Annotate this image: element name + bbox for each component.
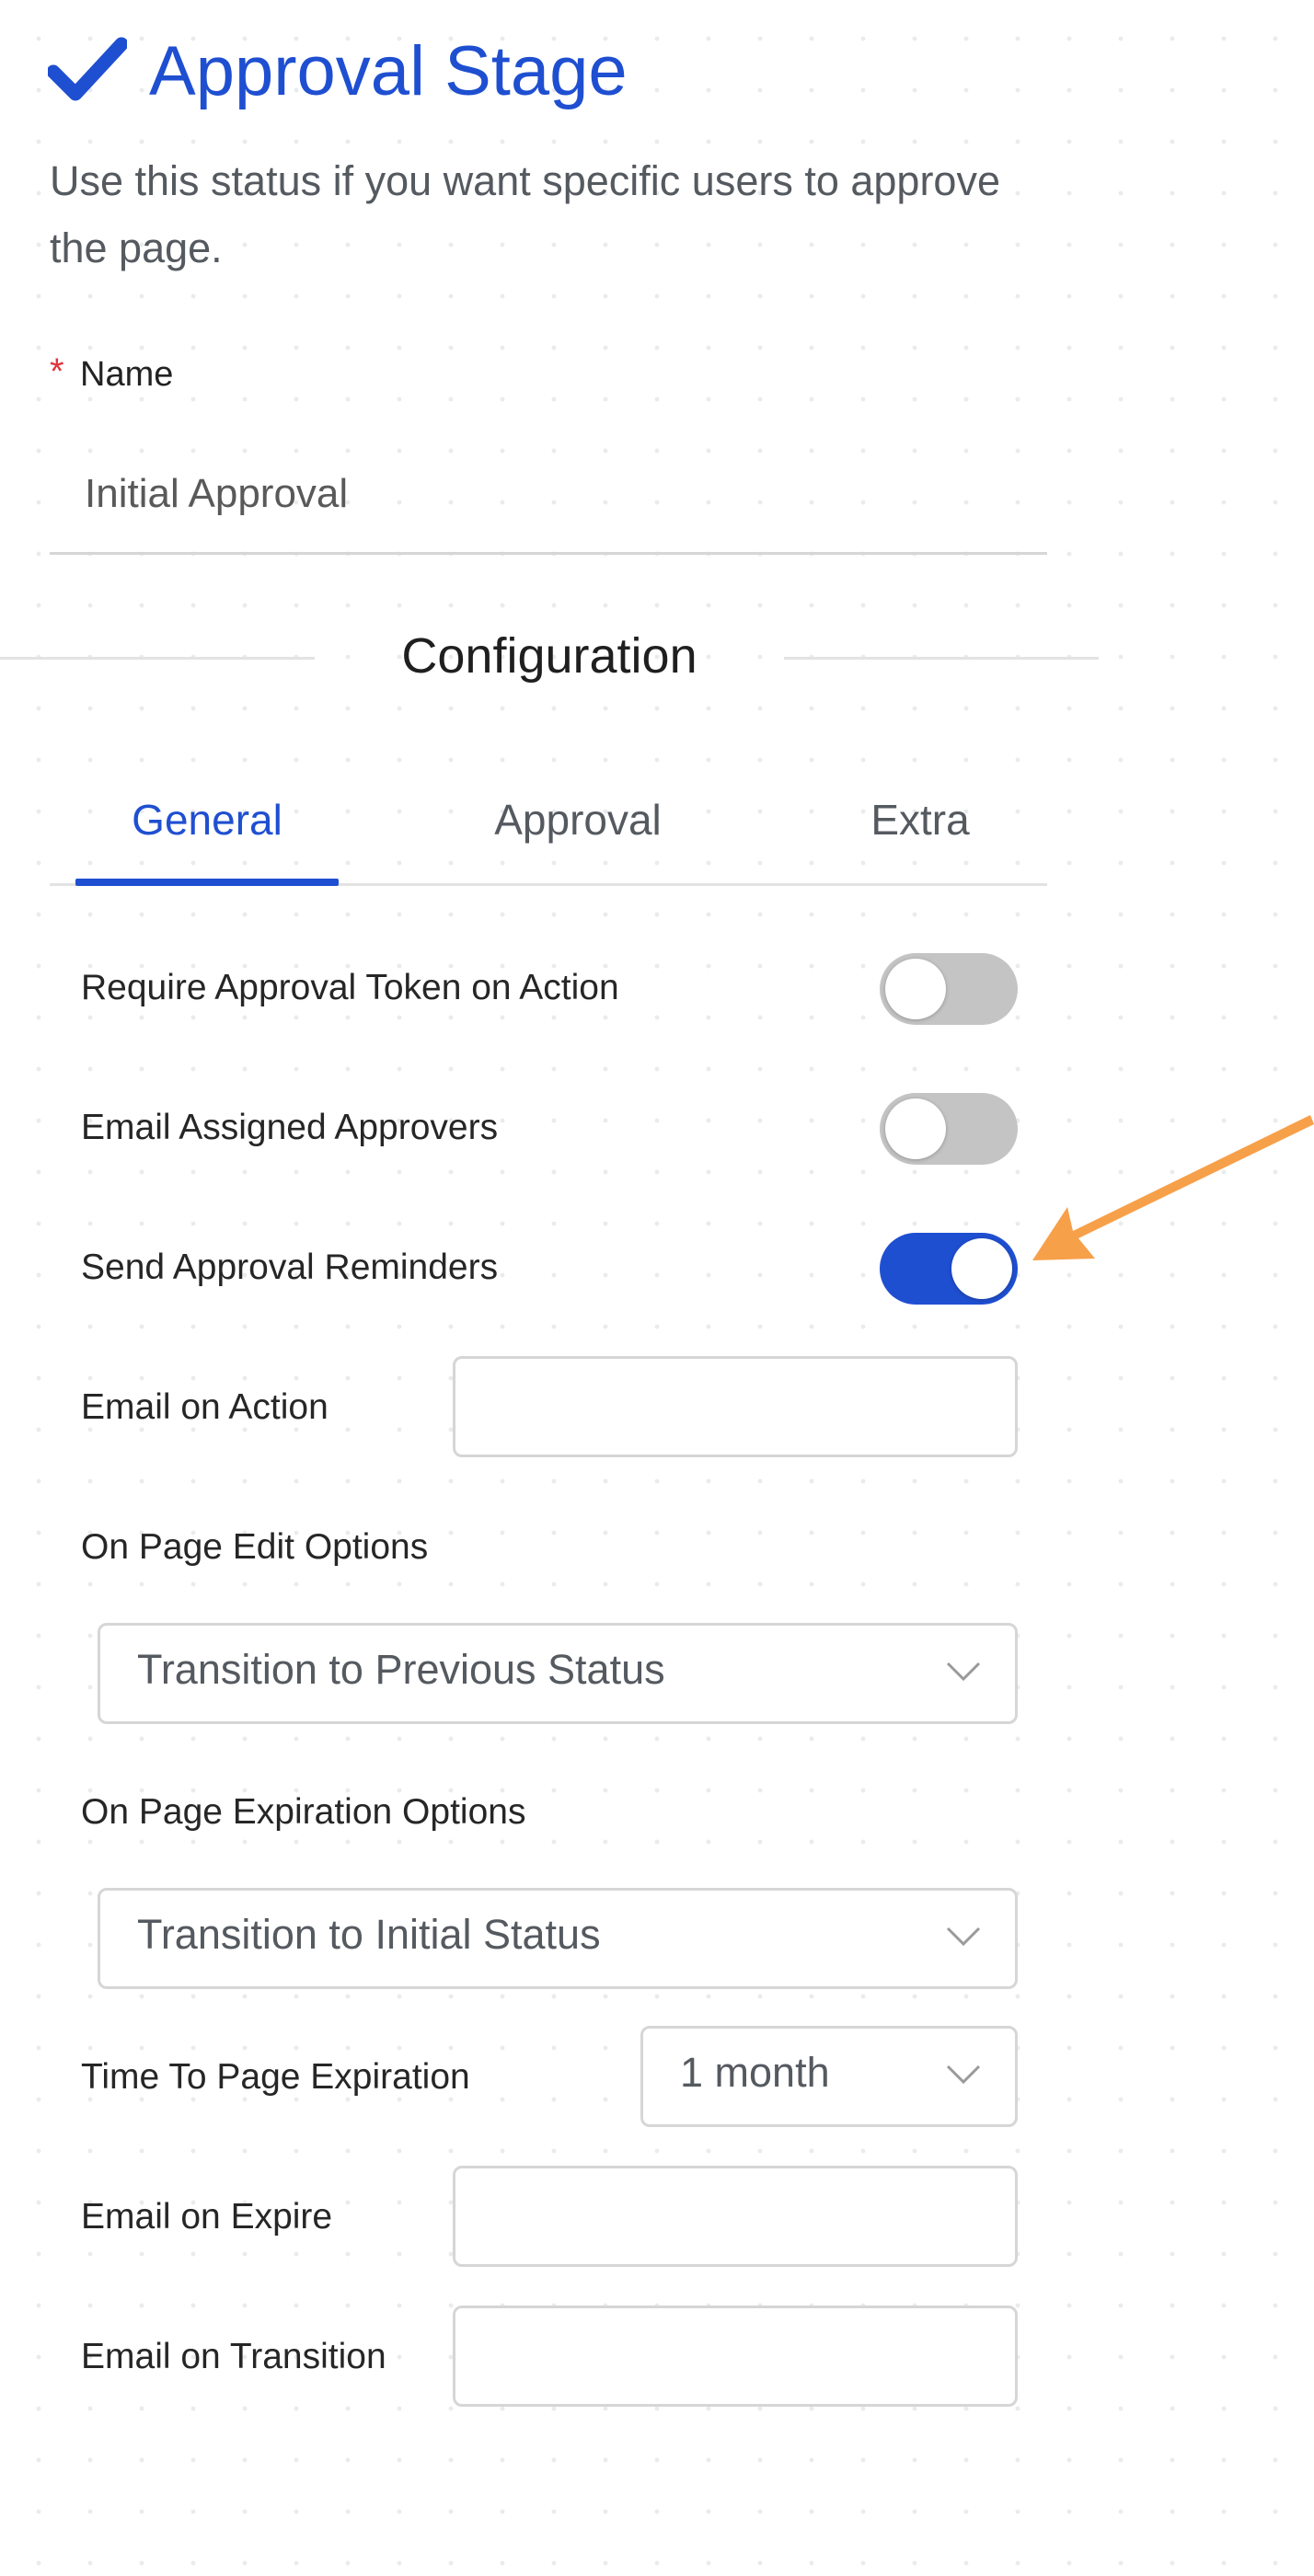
chevron-down-icon <box>946 2064 981 2085</box>
name-input[interactable]: Initial Approval <box>85 471 348 517</box>
page-description: Use this status if you want specific use… <box>50 157 1000 271</box>
divider-right <box>784 657 1099 660</box>
time-to-expiration-label: Time To Page Expiration <box>81 2057 470 2097</box>
on-page-expiration-label: On Page Expiration Options <box>81 1792 526 1832</box>
toggle-knob <box>885 959 946 1019</box>
divider-left <box>0 657 315 660</box>
chevron-down-icon <box>946 1926 981 1947</box>
required-marker: * <box>50 351 64 392</box>
toggle-knob <box>951 1238 1012 1299</box>
email-on-transition-input[interactable] <box>453 2306 1018 2407</box>
active-tab-indicator <box>75 879 339 886</box>
email-on-action-input[interactable] <box>453 1356 1018 1457</box>
on-page-edit-select[interactable]: Transition to Previous Status <box>98 1623 1018 1724</box>
email-assigned-label: Email Assigned Approvers <box>81 1108 499 1147</box>
tab-approval[interactable]: Approval <box>449 795 707 845</box>
section-title: Configuration <box>401 628 697 684</box>
page-title: Approval Stage <box>149 32 628 110</box>
on-page-edit-label: On Page Edit Options <box>81 1527 429 1567</box>
annotation-arrow <box>1032 1115 1314 1260</box>
email-assigned-toggle[interactable] <box>880 1093 1018 1165</box>
email-on-expire-input[interactable] <box>453 2166 1018 2267</box>
time-to-expiration-select[interactable]: 1 month <box>640 2026 1018 2127</box>
send-reminders-label: Send Approval Reminders <box>81 1248 499 1287</box>
send-reminders-toggle[interactable] <box>880 1233 1018 1305</box>
time-to-expiration-value: 1 month <box>680 2049 830 2096</box>
on-page-expiration-select[interactable]: Transition to Initial Status <box>98 1888 1018 1989</box>
tab-general[interactable]: General <box>75 795 339 845</box>
chevron-down-icon <box>946 1662 981 1682</box>
email-on-transition-label: Email on Transition <box>81 2337 386 2376</box>
require-token-toggle[interactable] <box>880 953 1018 1025</box>
name-label: Name <box>80 355 174 394</box>
require-token-label: Require Approval Token on Action <box>81 968 619 1007</box>
email-on-action-label: Email on Action <box>81 1387 328 1427</box>
on-page-expiration-value: Transition to Initial Status <box>137 1911 601 1958</box>
on-page-edit-value: Transition to Previous Status <box>137 1646 665 1693</box>
checkmark-icon <box>48 37 127 101</box>
email-on-expire-label: Email on Expire <box>81 2197 333 2237</box>
name-input-underline <box>50 552 1047 555</box>
toggle-knob <box>885 1098 946 1159</box>
tab-extra[interactable]: Extra <box>828 795 1012 845</box>
